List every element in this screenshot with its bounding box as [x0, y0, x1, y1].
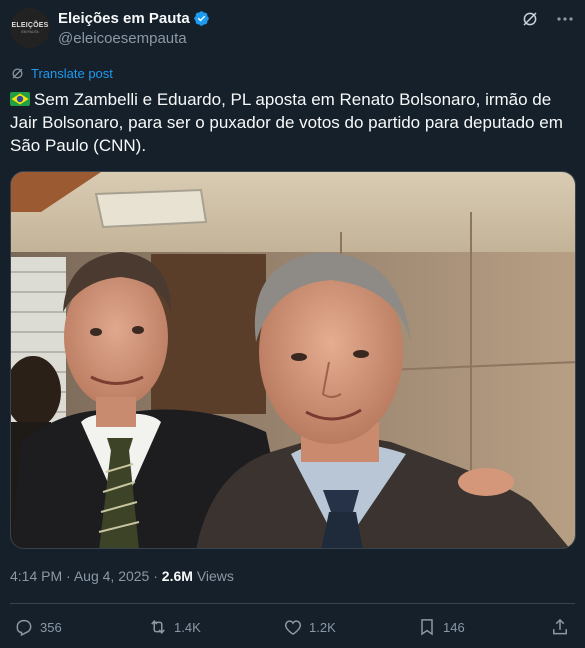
post-image[interactable] — [10, 171, 576, 549]
share-icon — [553, 618, 567, 635]
avatar-text: ELEIÇÕES — [11, 22, 49, 29]
translate-link[interactable]: Translate post — [31, 66, 113, 81]
display-name[interactable]: Eleições em Pauta — [58, 10, 190, 27]
divider — [10, 603, 575, 604]
bookmark-icon — [421, 619, 433, 636]
repost-count: 1.4K — [174, 619, 201, 635]
reply-icon — [16, 619, 32, 637]
like-count: 1.2K — [309, 619, 336, 635]
bookmark-button[interactable]: 146 — [417, 617, 465, 637]
repost-button[interactable]: 1.4K — [148, 617, 201, 637]
post-text: Sem Zambelli e Eduardo, PL aposta em Ren… — [10, 88, 580, 157]
repost-icon — [151, 620, 165, 634]
verified-badge-icon — [193, 11, 209, 26]
views-label: Views — [196, 568, 234, 584]
like-button[interactable]: 1.2K — [283, 617, 336, 637]
handle[interactable]: @eleicoesempauta — [58, 30, 187, 47]
translate-post[interactable]: Translate post — [10, 66, 113, 81]
more-icon[interactable] — [555, 12, 575, 26]
meta-separator-2: · — [153, 568, 158, 584]
meta-separator: · — [66, 568, 71, 584]
avatar[interactable]: ELEIÇÕES EM PAUTA — [10, 8, 50, 48]
name-row: Eleições em Pauta — [58, 10, 210, 27]
views-count: 2.6M — [161, 568, 193, 584]
share-button[interactable] — [550, 617, 576, 637]
post-date[interactable]: Aug 4, 2025 — [74, 568, 150, 584]
avatar-subtext: EM PAUTA — [21, 30, 39, 34]
bookmark-count: 146 — [443, 619, 465, 635]
post-time[interactable]: 4:14 PM — [10, 568, 62, 584]
action-bar: 356 1.4K 1.2K 146 — [14, 617, 572, 639]
translate-icon — [12, 68, 23, 79]
post-body: Sem Zambelli e Eduardo, PL aposta em Ren… — [10, 90, 563, 155]
reply-count: 356 — [40, 619, 62, 635]
post-meta: 4:14 PM · Aug 4, 2025 · 2.6M Views — [10, 568, 234, 584]
grok-icon[interactable] — [521, 10, 539, 28]
like-icon — [284, 620, 302, 635]
post-header: ELEIÇÕES EM PAUTA Eleições em Pauta @ele… — [10, 8, 575, 52]
reply-button[interactable]: 356 — [14, 617, 62, 637]
brazil-flag-icon — [10, 92, 30, 106]
